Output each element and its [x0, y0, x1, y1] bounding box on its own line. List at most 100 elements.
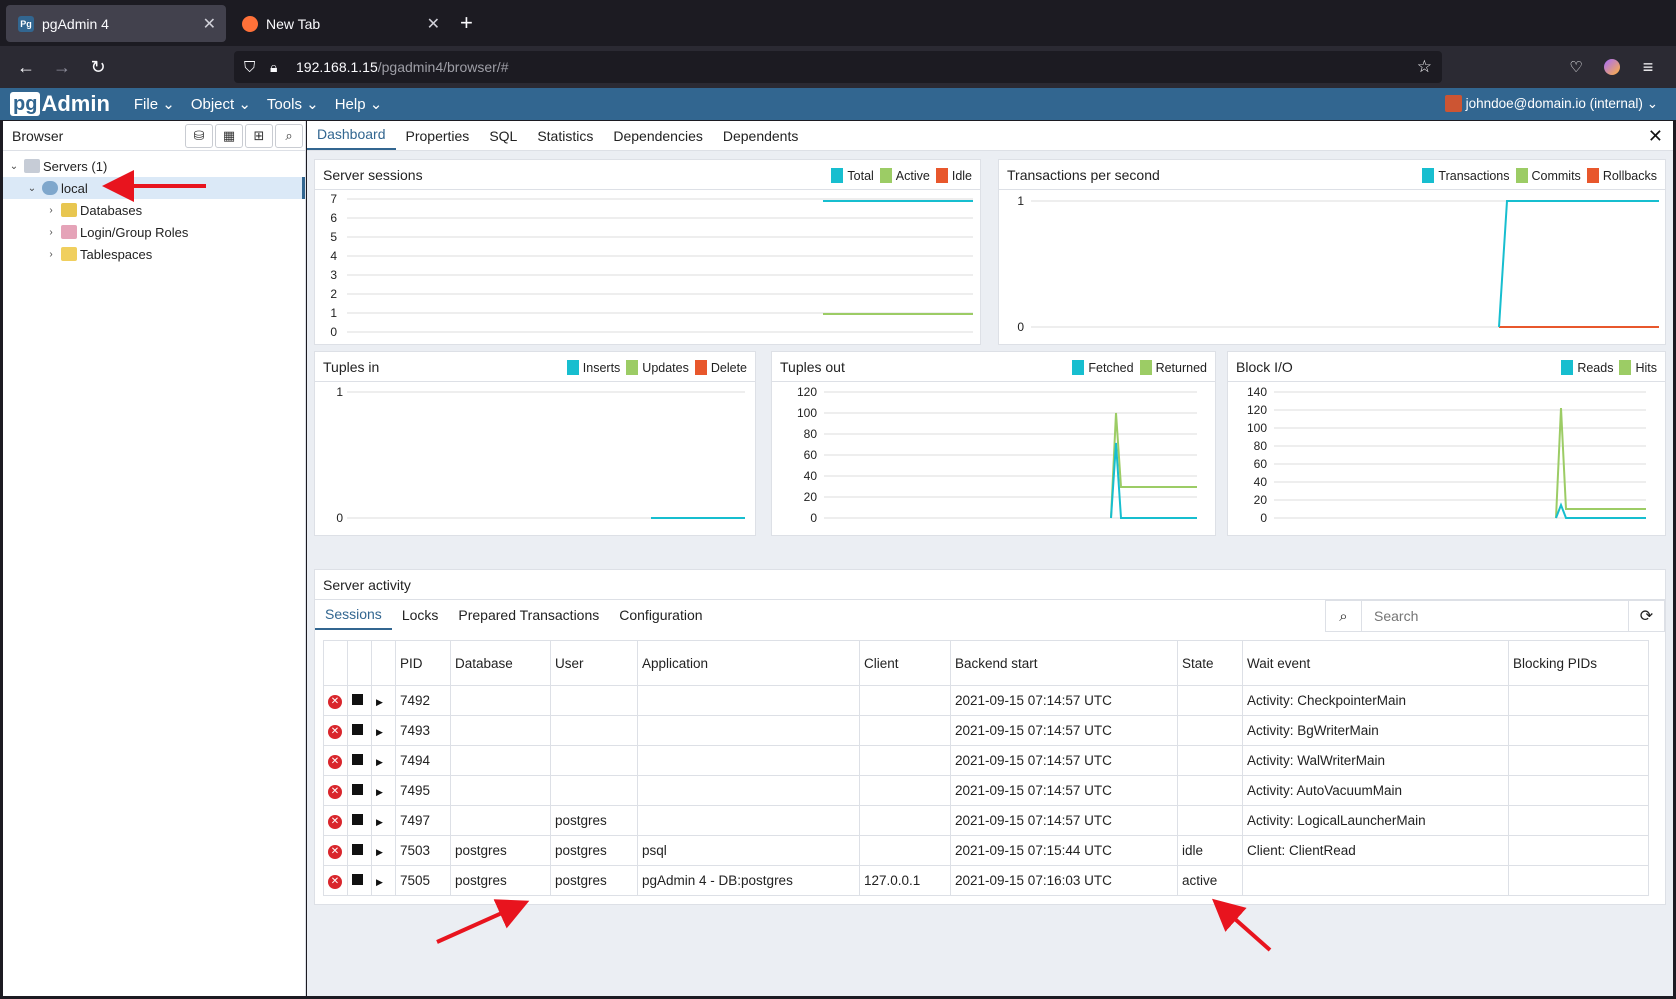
column-header[interactable]: Blocking PIDs	[1508, 640, 1649, 686]
tab-properties[interactable]: Properties	[396, 128, 480, 150]
tree-item-local[interactable]: ⌄ local	[3, 177, 305, 199]
menu-file[interactable]: File ⌄	[134, 95, 175, 113]
forward-arrow-icon[interactable]: →	[48, 54, 76, 80]
tab-new-tab[interactable]: New Tab ✕	[230, 5, 450, 42]
close-icon[interactable]: ✕	[203, 14, 216, 34]
column-header[interactable]: Database	[450, 640, 551, 686]
tab-dependents[interactable]: Dependents	[713, 128, 809, 150]
table-row[interactable]: ✕ ▶ 7497 postgres 2021-09-15 07:14:57 UTC Act…	[323, 805, 1649, 836]
tab-statistics[interactable]: Statistics	[527, 128, 603, 150]
tree-item-servers[interactable]: ⌄ Servers (1)	[3, 155, 305, 177]
bookmark-star-icon[interactable]: ☆	[1417, 57, 1432, 77]
browser-tab-strip: Pg pgAdmin 4 ✕ New Tab ✕ +	[0, 0, 1676, 46]
filter-rows-icon[interactable]: ⊞	[245, 124, 273, 148]
y-tick: 1	[1017, 194, 1024, 208]
table-cell: Activity: WalWriterMain	[1242, 745, 1509, 776]
column-header[interactable]: User	[550, 640, 638, 686]
roles-icon	[61, 225, 77, 239]
terminate-session-icon[interactable]: ✕	[323, 685, 348, 716]
close-icon[interactable]: ✕	[1648, 126, 1663, 147]
view-data-icon[interactable]: ▦	[215, 124, 243, 148]
tab-configuration[interactable]: Configuration	[609, 600, 712, 630]
terminate-session-icon[interactable]: ✕	[323, 745, 348, 776]
tab-sessions[interactable]: Sessions	[315, 600, 392, 630]
chevron-right-icon[interactable]: ›	[44, 227, 58, 238]
y-tick: 2	[330, 287, 337, 301]
table-row[interactable]: ✕ ▶ 7492 2021-09-15 07:14:57 UTC Activity: C…	[323, 685, 1649, 716]
terminate-session-icon[interactable]: ✕	[323, 835, 348, 866]
table-row[interactable]: ✕ ▶ 7503 postgres postgres psql 2021-09-15 07:…	[323, 835, 1649, 866]
table-row[interactable]: ✕ ▶ 7495 2021-09-15 07:14:57 UTC Activity: A…	[323, 775, 1649, 806]
table-cell	[859, 835, 951, 866]
chevron-right-icon[interactable]: ›	[44, 205, 58, 216]
tree-item-tablespaces[interactable]: › Tablespaces	[3, 243, 305, 265]
expand-row-icon[interactable]: ▶	[371, 685, 396, 716]
tab-dependencies[interactable]: Dependencies	[603, 128, 713, 150]
expand-row-icon[interactable]: ▶	[371, 745, 396, 776]
column-header[interactable]: Wait event	[1242, 640, 1509, 686]
y-tick: 4	[330, 249, 337, 263]
y-tick: 100	[797, 406, 817, 420]
expand-row-icon[interactable]: ▶	[371, 775, 396, 806]
cancel-query-icon[interactable]	[347, 805, 372, 836]
menu-object[interactable]: Object ⌄	[191, 95, 251, 113]
y-tick: 0	[1260, 511, 1267, 525]
cancel-query-icon[interactable]	[347, 835, 372, 866]
y-tick: 80	[1254, 439, 1268, 453]
menu-tools[interactable]: Tools ⌄	[267, 95, 319, 113]
expand-row-icon[interactable]: ▶	[371, 805, 396, 836]
cancel-query-icon[interactable]	[347, 865, 372, 896]
expand-row-icon[interactable]: ▶	[371, 865, 396, 896]
lock-icon[interactable]: 🔒︎	[270, 59, 277, 76]
tree-item-databases[interactable]: › Databases	[3, 199, 305, 221]
tree-item-login-roles[interactable]: › Login/Group Roles	[3, 221, 305, 243]
cancel-query-icon[interactable]	[347, 685, 372, 716]
terminate-session-icon[interactable]: ✕	[323, 715, 348, 746]
hamburger-menu-icon[interactable]: ≡	[1634, 54, 1662, 80]
y-tick: 140	[1247, 385, 1267, 399]
table-cell	[1177, 715, 1243, 746]
back-arrow-icon[interactable]: ←	[12, 54, 40, 80]
terminate-session-icon[interactable]: ✕	[323, 805, 348, 836]
close-icon[interactable]: ✕	[427, 14, 440, 34]
column-header[interactable]: Client	[859, 640, 951, 686]
pocket-icon[interactable]: ♡	[1562, 54, 1590, 80]
expand-row-icon[interactable]: ▶	[371, 715, 396, 746]
terminate-session-icon[interactable]: ✕	[323, 865, 348, 896]
tab-dashboard[interactable]: Dashboard	[307, 126, 396, 150]
column-header[interactable]: Backend start	[950, 640, 1178, 686]
tuples-out-plot: 120 100 80 60 40 20 0	[797, 385, 1197, 525]
table-cell: Client: ClientRead	[1242, 835, 1509, 866]
chevron-down-icon[interactable]: ⌄	[25, 183, 39, 194]
account-avatar[interactable]	[1598, 54, 1626, 80]
tab-prepared-transactions[interactable]: Prepared Transactions	[448, 600, 609, 630]
refresh-icon[interactable]: ⟳	[1628, 601, 1664, 631]
column-header[interactable]: State	[1177, 640, 1243, 686]
user-menu[interactable]: johndoe@domain.io (internal) ⌄	[1444, 95, 1658, 112]
column-header[interactable]: Application	[637, 640, 860, 686]
query-tool-icon[interactable]: ⛁	[185, 124, 213, 148]
table-row[interactable]: ✕ ▶ 7494 2021-09-15 07:14:57 UTC Activity: W…	[323, 745, 1649, 776]
search-input[interactable]	[1362, 608, 1602, 624]
tab-locks[interactable]: Locks	[392, 600, 449, 630]
table-row[interactable]: ✕ ▶ 7505 postgres postgres pgAdmin 4 - DB:pos…	[323, 865, 1649, 896]
column-header[interactable]: PID	[395, 640, 451, 686]
terminate-session-icon[interactable]: ✕	[323, 775, 348, 806]
cancel-query-icon[interactable]	[347, 745, 372, 776]
table-row[interactable]: ✕ ▶ 7493 2021-09-15 07:14:57 UTC Activity: B…	[323, 715, 1649, 746]
url-bar[interactable]: ⛉ 🔒︎ 192.168.1.15/pgadmin4/browser/# ☆	[234, 51, 1442, 83]
expand-row-icon[interactable]: ▶	[371, 835, 396, 866]
search-objects-icon[interactable]: ⌕	[275, 124, 303, 148]
y-tick: 40	[1254, 475, 1268, 489]
tab-sql[interactable]: SQL	[479, 128, 527, 150]
menu-help[interactable]: Help ⌄	[335, 95, 383, 113]
cancel-query-icon[interactable]	[347, 775, 372, 806]
chevron-down-icon[interactable]: ⌄	[7, 161, 21, 172]
table-cell: psql	[637, 835, 860, 866]
chevron-right-icon[interactable]: ›	[44, 249, 58, 260]
shield-icon[interactable]: ⛉	[244, 59, 255, 76]
tab-pgadmin[interactable]: Pg pgAdmin 4 ✕	[6, 5, 226, 42]
cancel-query-icon[interactable]	[347, 715, 372, 746]
reload-icon[interactable]: ↻	[84, 54, 112, 80]
new-tab-plus-icon[interactable]: +	[460, 10, 473, 36]
